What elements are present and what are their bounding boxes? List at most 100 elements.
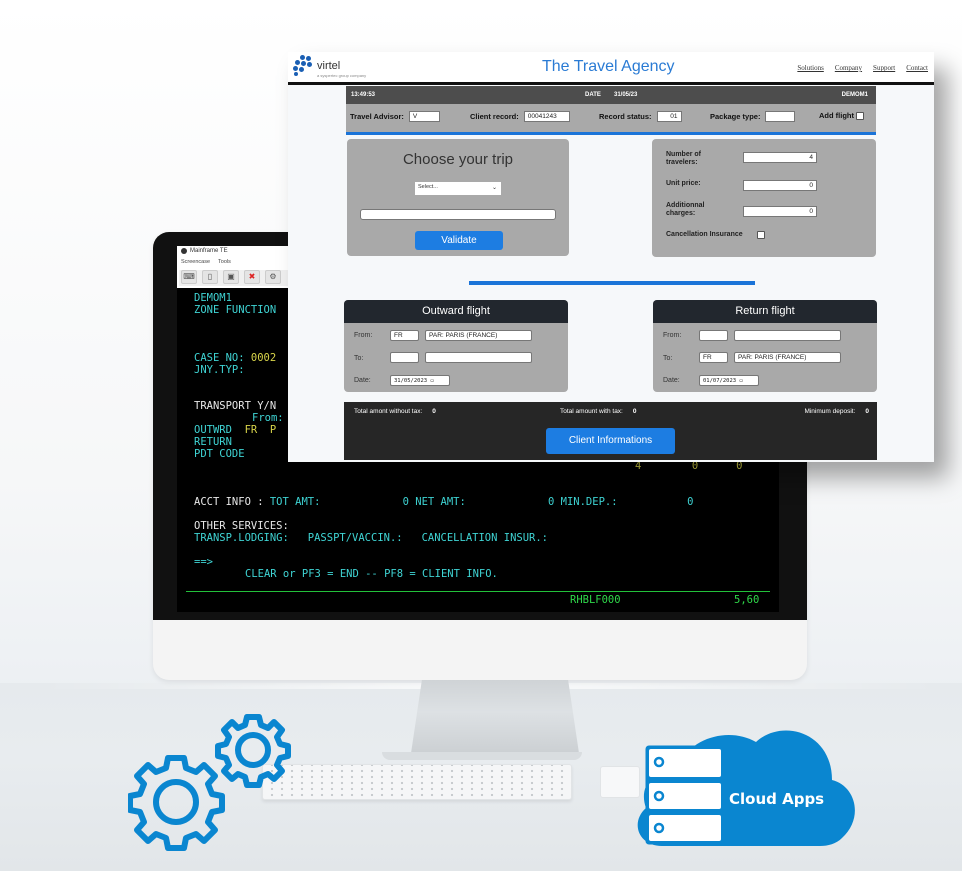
virtel-logo-icon	[292, 55, 312, 76]
outward-from-city-input[interactable]: PAR: PARIS (FRANCE)	[425, 330, 532, 341]
disconnect-icon[interactable]: ✖	[244, 270, 260, 284]
large-gear-icon	[128, 755, 225, 851]
choose-trip-panel: Choose your trip Select... ⌄ Validate	[347, 139, 569, 256]
unit-price-input[interactable]: 0	[743, 180, 817, 191]
travelers-label: Number of travelers:	[666, 151, 701, 166]
outward-to-city-input[interactable]	[425, 352, 532, 363]
charges-label: Additionnal charges:	[666, 202, 705, 217]
term-line-return: RETURN	[194, 436, 232, 448]
site-title: The Travel Agency	[542, 58, 675, 75]
server-stack-icon	[645, 745, 725, 845]
cloud-icon	[637, 730, 855, 846]
client-record-label: Client record:	[470, 112, 519, 121]
case-label: CASE NO:	[194, 352, 251, 364]
case-value: 0002	[250, 352, 277, 364]
return-to-city-input[interactable]: PAR: PARIS (FRANCE)	[734, 352, 841, 363]
logo-name: virtel	[317, 60, 341, 72]
pricing-panel: Number of travelers: 4 Unit price: 0 Add…	[652, 139, 876, 257]
term-program-name: RHBLF000	[570, 594, 621, 606]
travel-agency-web-window: virtel a syspertec group company The Tra…	[288, 52, 934, 462]
add-flight-checkbox[interactable]	[856, 111, 864, 120]
totals-bar: Total amont without tax: 0 Total amount …	[344, 402, 877, 460]
header-divider	[288, 82, 934, 85]
menu-screencase[interactable]: Screencase	[181, 259, 210, 265]
term-line-jny: JNY.TYP:	[194, 364, 245, 376]
outward-date-input[interactable]: 31/05/2023 ▭	[390, 375, 450, 386]
keyboard	[262, 764, 572, 800]
total-without-tax-value: 0	[432, 408, 436, 415]
nav-contact[interactable]: Contact	[906, 64, 928, 72]
cloud-apps-label: Cloud Apps	[729, 790, 825, 808]
return-flight-panel: Return flight From: To: FR PAR: PARIS (F…	[653, 300, 877, 392]
screenshot-icon[interactable]: ▣	[223, 270, 239, 284]
package-type-input[interactable]	[765, 111, 796, 122]
acct-label: ACCT INFO :	[194, 496, 270, 508]
web-header: virtel a syspertec group company The Tra…	[288, 52, 934, 82]
keyboard-icon[interactable]: ⌨	[181, 270, 197, 284]
outwrd-value: FR P	[244, 424, 277, 436]
trip-select[interactable]: Select... ⌄	[415, 182, 501, 195]
nav-solutions[interactable]: Solutions	[797, 64, 823, 72]
outward-to-code-input[interactable]	[390, 352, 419, 363]
client-informations-button[interactable]: Client Informations	[546, 428, 675, 454]
return-date-label: Date:	[663, 377, 680, 384]
insurance-label: Cancellation Insurance	[666, 231, 743, 238]
trip-description-input[interactable]	[360, 209, 556, 220]
total-with-tax-label: Total amount with tax:	[560, 408, 623, 415]
return-to-code-input[interactable]: FR	[699, 352, 728, 363]
logo-subtitle: a syspertec group company	[317, 73, 367, 78]
acct-values: TOT AMT: 0 NET AMT: 0 MIN.DEP.: 0	[269, 496, 694, 508]
term-cursor-pos: 5,60	[734, 594, 760, 606]
choose-trip-title: Choose your trip	[402, 151, 514, 168]
charges-input[interactable]: 0	[743, 206, 817, 217]
term-line-user: DEMOM1	[194, 292, 232, 304]
term-line-pdt: PDT CODE	[194, 448, 245, 460]
return-from-code-input[interactable]	[699, 330, 728, 341]
insurance-checkbox[interactable]	[757, 231, 765, 239]
advisor-label: Travel Advisor:	[350, 112, 404, 121]
status-bar: 13:49:53 DATE 31/05/23 DEMOM1	[346, 86, 876, 104]
menu-tools[interactable]: Tools	[218, 259, 231, 265]
return-from-label: From:	[663, 332, 682, 339]
min-deposit-label: Minimum deposit:	[804, 408, 856, 415]
top-nav: Solutions Company Support Contact	[797, 64, 928, 72]
app-icon	[181, 248, 187, 254]
gears-icon	[128, 714, 291, 851]
chevron-down-icon: ⌄	[491, 185, 497, 191]
status-time: 13:49:53	[351, 92, 376, 98]
term-line-outwrd: OUTWRD FR P	[194, 424, 276, 436]
trip-select-value: Select...	[418, 184, 438, 190]
term-line-transport: TRANSPORT Y/N	[194, 400, 277, 412]
travel-advisor-input[interactable]: V	[408, 111, 440, 122]
status-user: DEMOM1	[841, 92, 868, 98]
total-with-tax-value: 0	[632, 408, 637, 415]
nav-support[interactable]: Support	[873, 64, 895, 72]
return-from-city-input[interactable]	[734, 330, 841, 341]
return-to-label: To:	[663, 355, 673, 362]
term-status-divider	[186, 591, 770, 592]
validate-button[interactable]: Validate	[415, 231, 503, 250]
monitor-stand	[410, 680, 580, 760]
term-line-services: TRANSP.LODGING: PASSPT/VACCIN.: CANCELLA…	[194, 532, 549, 544]
return-flight-title: Return flight	[653, 300, 877, 323]
return-date-input[interactable]: 01/07/2023 ▭	[699, 375, 759, 386]
outward-from-code-input[interactable]: FR	[390, 330, 419, 341]
client-record-input[interactable]: 00041243	[523, 111, 570, 122]
outward-to-label: To:	[354, 355, 364, 362]
section-divider	[469, 281, 755, 285]
travelers-input[interactable]: 4	[743, 152, 817, 163]
outward-date-value: 31/05/2023	[394, 378, 428, 384]
add-flight-label: Add flight	[819, 111, 854, 120]
record-fields-bar: Travel Advisor: V Client record: 0004124…	[346, 104, 876, 132]
settings-gear-icon[interactable]: ⚙	[265, 270, 281, 284]
return-date-value: 01/07/2023	[703, 378, 737, 384]
clipboard-icon[interactable]: ▯	[202, 270, 218, 284]
term-line-acct: ACCT INFO : TOT AMT: 0 NET AMT: 0 MIN.DE…	[194, 496, 693, 508]
outward-flight-title: Outward flight	[344, 300, 568, 323]
min-deposit-value: 0	[865, 408, 869, 415]
status-date: 31/05/23	[614, 92, 638, 98]
record-status-input[interactable]: 01	[656, 111, 682, 122]
term-line-from: From:	[252, 412, 284, 424]
nav-company[interactable]: Company	[835, 64, 862, 72]
term-command-prompt[interactable]: ==>	[194, 556, 213, 568]
